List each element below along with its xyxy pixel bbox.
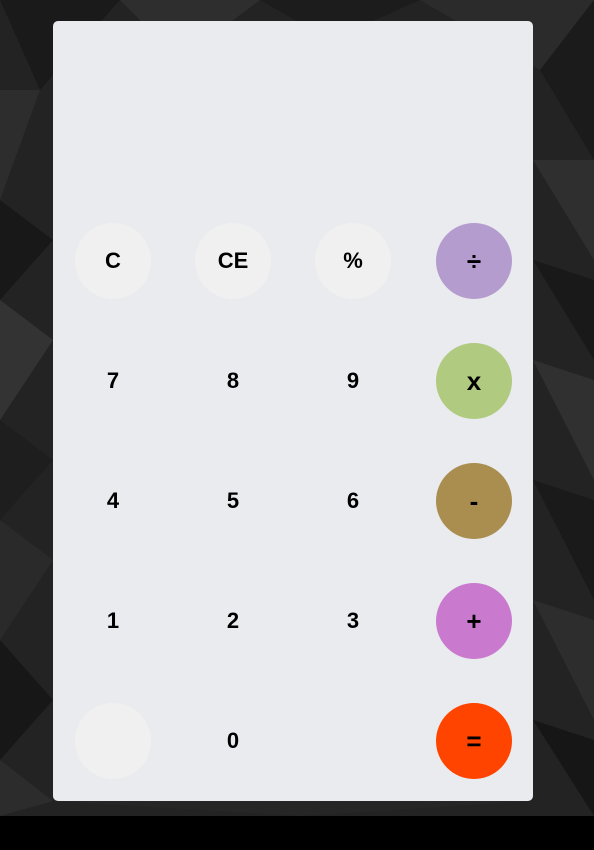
digit-2-button[interactable]: 2 (195, 583, 271, 659)
add-button[interactable]: + (436, 583, 512, 659)
equals-button[interactable]: = (436, 703, 512, 779)
digit-5-button[interactable]: 5 (195, 463, 271, 539)
digit-7-button[interactable]: 7 (75, 343, 151, 419)
divide-button[interactable]: ÷ (436, 223, 512, 299)
digit-6-button[interactable]: 6 (315, 463, 391, 539)
digit-0-button[interactable]: 0 (195, 703, 271, 779)
clear-button[interactable]: C (75, 223, 151, 299)
digit-4-button[interactable]: 4 (75, 463, 151, 539)
subtract-button[interactable]: - (436, 463, 512, 539)
digit-8-button[interactable]: 8 (195, 343, 271, 419)
keypad: C CE % ÷ 7 8 9 x 4 5 6 - 1 2 3 + 0 = (53, 21, 533, 801)
clear-entry-button[interactable]: CE (195, 223, 271, 299)
digit-3-button[interactable]: 3 (315, 583, 391, 659)
percent-button[interactable]: % (315, 223, 391, 299)
multiply-button[interactable]: x (436, 343, 512, 419)
digit-1-button[interactable]: 1 (75, 583, 151, 659)
digit-9-button[interactable]: 9 (315, 343, 391, 419)
bottom-bar (0, 816, 594, 850)
blank-button[interactable] (75, 703, 151, 779)
calculator-panel: C CE % ÷ 7 8 9 x 4 5 6 - 1 2 3 + 0 = (53, 21, 533, 801)
